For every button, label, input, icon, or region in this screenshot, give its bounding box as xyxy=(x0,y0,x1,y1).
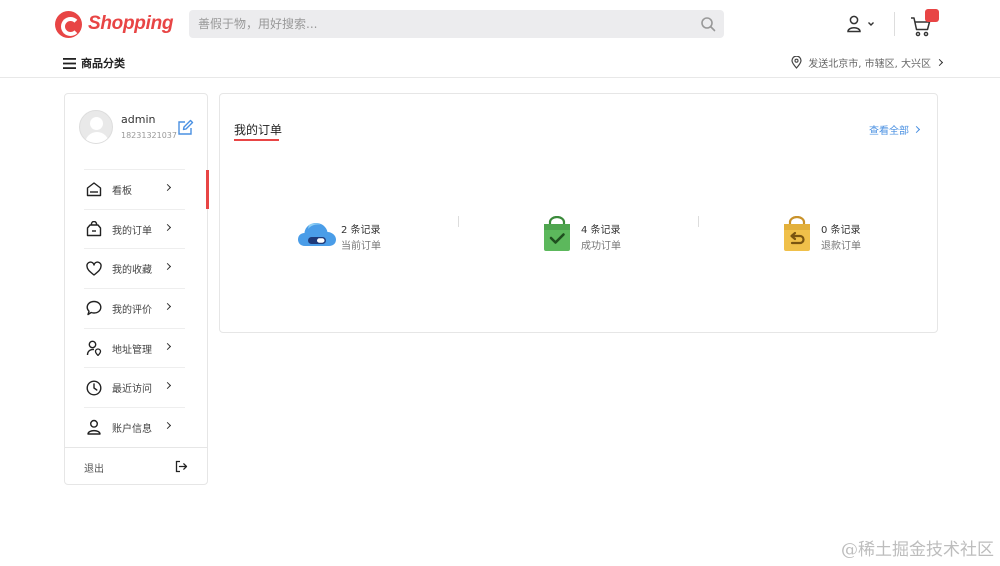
sidebar-item-label: 最近访问 xyxy=(112,384,152,396)
view-all-label: 查看全部 xyxy=(869,126,909,137)
cloud-toggle-icon xyxy=(298,223,336,246)
location-pin-icon xyxy=(791,56,802,69)
user-icon xyxy=(87,420,101,436)
sidebar-item-label: 地址管理 xyxy=(112,344,152,356)
brand-logo[interactable]: Shopping xyxy=(55,10,173,38)
order-stats: 2 条记录 当前订单 4 条记录 成功订单 0 条记录 退款订单 xyxy=(220,212,939,256)
comment-icon xyxy=(86,301,102,316)
logout-button[interactable]: 退出 xyxy=(65,447,207,484)
watermark: @稀土掘金技术社区 xyxy=(841,540,994,560)
cart-badge xyxy=(925,9,939,22)
user-menu[interactable] xyxy=(846,14,878,34)
header-divider xyxy=(894,12,895,36)
sidebar-item-dashboard[interactable]: 看板 xyxy=(84,169,209,209)
stat-count: 4 条记录 xyxy=(581,225,621,236)
chevron-right-icon xyxy=(163,223,172,231)
chevron-right-icon xyxy=(163,422,172,430)
username: admin xyxy=(121,113,156,126)
sidebar-item-recent[interactable]: 最近访问 xyxy=(84,367,185,407)
categories-label: 商品分类 xyxy=(81,57,125,70)
chevron-right-icon xyxy=(912,125,921,134)
chevron-right-icon xyxy=(935,58,944,67)
brand-logo-mark xyxy=(55,10,82,38)
delivery-location[interactable]: 发送北京市, 市辖区, 大兴区 xyxy=(791,55,944,70)
chevron-right-icon xyxy=(163,382,172,390)
chevron-right-icon xyxy=(163,183,172,192)
sidebar-item-label: 我的评价 xyxy=(112,304,152,316)
sidebar-item-label: 我的收藏 xyxy=(112,265,152,277)
search-icon[interactable] xyxy=(700,16,716,32)
edit-icon[interactable] xyxy=(177,119,194,136)
search-input[interactable] xyxy=(189,10,689,38)
green-bag-check-icon xyxy=(544,216,570,251)
brand-name: Shopping xyxy=(88,13,174,34)
sidebar-item-orders[interactable]: 我的订单 xyxy=(84,208,185,249)
chevron-down-icon xyxy=(868,22,874,26)
yellow-bag-return-icon xyxy=(784,216,810,251)
order-bag-icon xyxy=(86,221,102,237)
sidebar-item-addresses[interactable]: 地址管理 xyxy=(84,327,185,368)
stat-refund-orders[interactable]: 0 条记录 退款订单 xyxy=(777,212,907,256)
logout-label: 退出 xyxy=(84,464,104,475)
address-icon xyxy=(86,340,102,357)
hamburger-menu-icon xyxy=(63,57,76,69)
stat-successful-orders[interactable]: 4 条记录 成功订单 xyxy=(537,212,667,256)
stat-label: 退款订单 xyxy=(821,241,861,252)
cart-button[interactable] xyxy=(910,9,940,38)
user-phone: 18231321037 xyxy=(121,131,177,140)
stat-label: 成功订单 xyxy=(581,241,621,252)
sidebar-item-label: 看板 xyxy=(112,185,132,197)
sidebar-item-reviews[interactable]: 我的评价 xyxy=(84,288,185,328)
heart-icon xyxy=(86,261,102,276)
sidebar-nav: 看板 我的订单 我的收藏 我的评价 地址管理 最近访问 账户信息 xyxy=(84,169,209,447)
location-text: 发送北京市, 市辖区, 大兴区 xyxy=(808,59,931,70)
view-all-link[interactable]: 查看全部 xyxy=(869,122,921,137)
sidebar-item-favorites[interactable]: 我的收藏 xyxy=(84,248,185,288)
stat-label: 当前订单 xyxy=(341,241,381,252)
my-orders-panel: 我的订单 查看全部 2 条记录 当前订单 4 条记录 成功订单 0 条记录 退款… xyxy=(219,93,938,333)
logout-icon xyxy=(175,460,188,473)
dashboard-icon xyxy=(86,182,102,197)
stat-current-orders[interactable]: 2 条记录 当前订单 xyxy=(297,212,427,256)
categories-menu[interactable]: 商品分类 xyxy=(63,55,125,71)
sidebar-item-account[interactable]: 账户信息 xyxy=(84,407,185,447)
chevron-right-icon xyxy=(163,263,172,271)
avatar[interactable] xyxy=(79,110,113,144)
account-sidebar: admin 18231321037 看板 我的订单 我的收藏 我的评价 地址管理… xyxy=(64,93,209,485)
category-bar: 商品分类 发送北京市, 市辖区, 大兴区 xyxy=(0,48,1000,78)
stat-count: 0 条记录 xyxy=(821,225,861,236)
panel-title: 我的订单 xyxy=(234,123,283,137)
sidebar-item-label: 我的订单 xyxy=(112,225,152,237)
user-icon xyxy=(847,15,861,33)
sidebar-item-label: 账户信息 xyxy=(112,423,152,435)
chevron-right-icon xyxy=(163,303,172,311)
stat-count: 2 条记录 xyxy=(341,225,381,236)
top-header: Shopping xyxy=(0,0,1000,48)
user-profile: admin 18231321037 xyxy=(79,110,195,146)
chevron-right-icon xyxy=(163,342,172,350)
search-bar xyxy=(189,10,724,38)
stat-divider xyxy=(458,216,459,227)
stat-divider xyxy=(698,216,699,227)
title-underline xyxy=(234,139,279,141)
clock-icon xyxy=(86,380,102,396)
